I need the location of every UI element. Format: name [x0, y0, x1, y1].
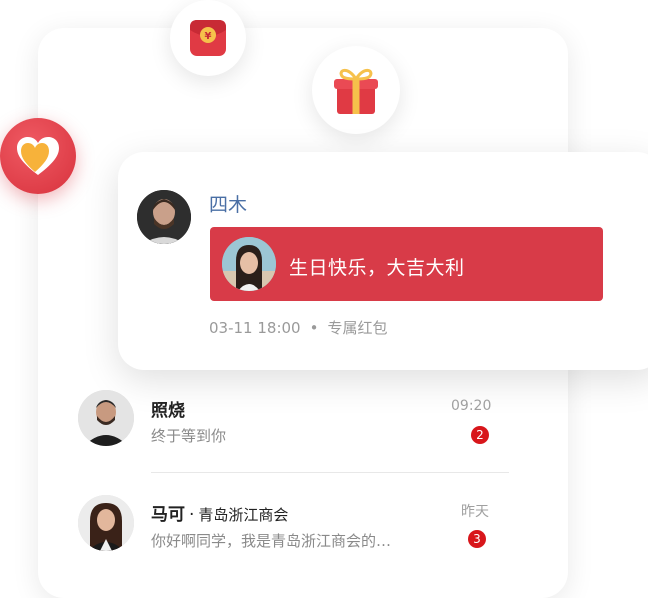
- sender-name[interactable]: 四木: [209, 190, 247, 217]
- packet-avatar: [222, 237, 276, 291]
- message-time: 03-11 18:00: [209, 319, 301, 337]
- message-meta: 03-11 18:00 • 专属红包: [209, 317, 387, 338]
- chat-preview: 你好啊同学，我是青岛浙江商会的…: [151, 532, 392, 550]
- chat-time: 昨天: [461, 504, 489, 520]
- packet-tag: 专属红包: [327, 319, 388, 337]
- sender-avatar[interactable]: [137, 190, 191, 244]
- red-envelope-icon: ¥: [190, 20, 226, 56]
- chat-name: 马可 · 青岛浙江商会: [151, 500, 288, 525]
- gift-box-icon: [334, 68, 378, 114]
- chat-time: 09:20: [451, 398, 492, 414]
- meta-separator: •: [309, 319, 319, 337]
- chat-preview: 终于等到你: [151, 427, 227, 445]
- unread-badge: 3: [468, 530, 486, 548]
- chat-avatar[interactable]: [78, 390, 134, 446]
- chat-contact-name: 马可: [151, 505, 185, 525]
- svg-text:¥: ¥: [205, 31, 212, 42]
- chat-name: 照烧: [151, 401, 185, 421]
- unread-badge: 2: [471, 426, 489, 444]
- red-packet-greeting: 生日快乐，大吉大利: [289, 257, 465, 279]
- chat-group-name: 青岛浙江商会: [198, 506, 289, 524]
- red-envelope-bubble: ¥: [170, 0, 246, 76]
- heart-icon: [17, 137, 59, 175]
- gift-bubble: [312, 46, 400, 134]
- name-separator: ·: [189, 505, 195, 525]
- heart-badge: [0, 118, 76, 194]
- chat-divider: [151, 472, 509, 473]
- chat-avatar[interactable]: [78, 495, 134, 551]
